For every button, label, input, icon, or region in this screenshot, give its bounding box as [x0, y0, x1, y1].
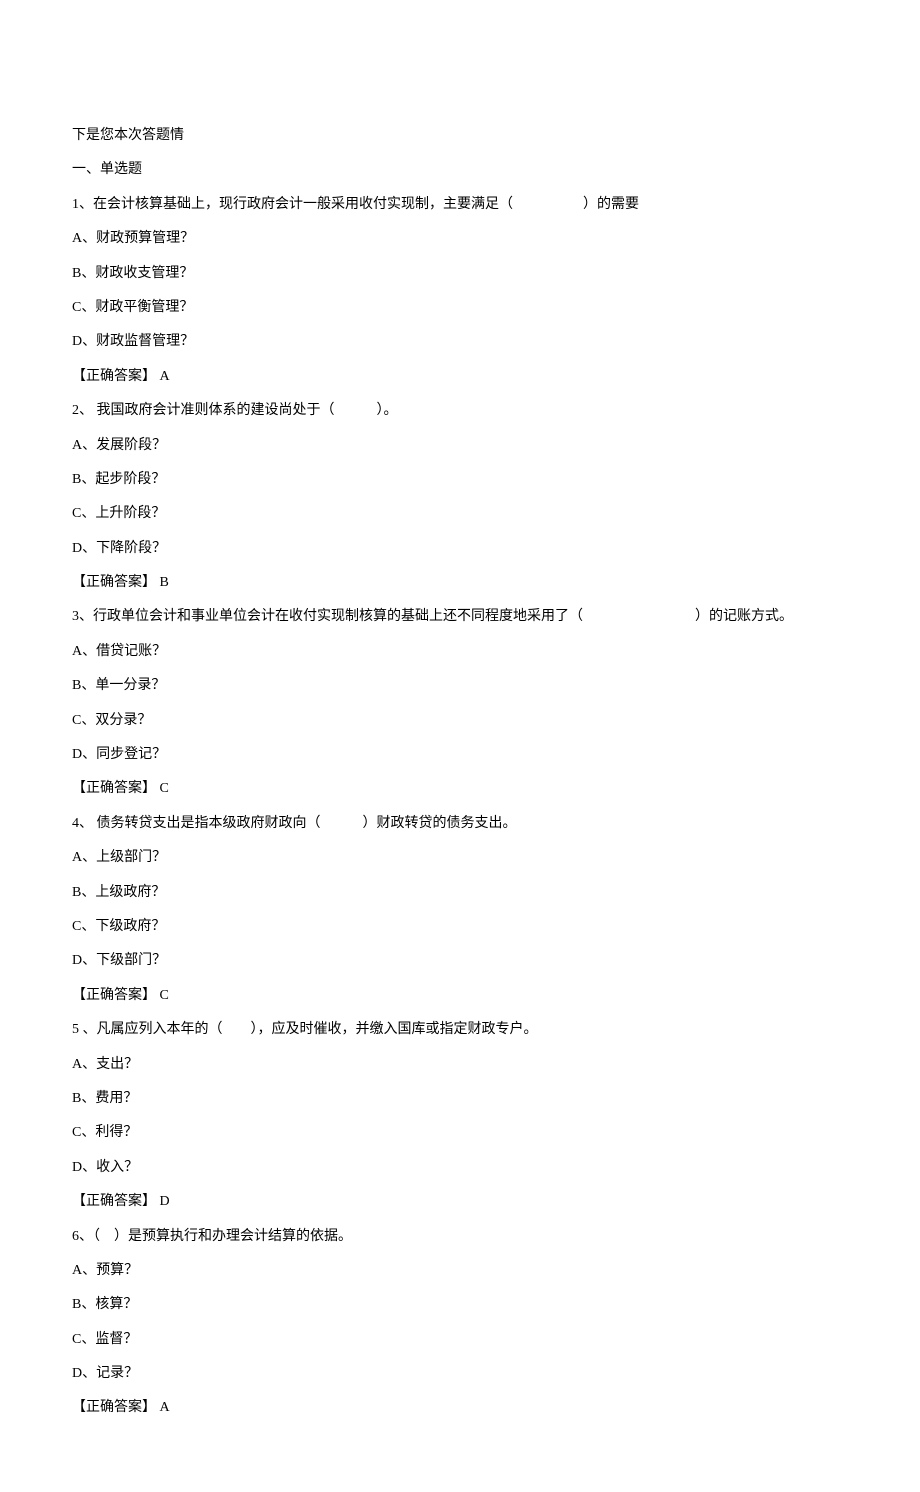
option-b: B、起步阶段？ — [72, 469, 848, 491]
option-a: A、发展阶段？ — [72, 435, 848, 457]
option-b: B、费用？ — [72, 1088, 848, 1110]
option-c: C、财政平衡管理？ — [72, 297, 848, 319]
correct-answer: 【正确答案】 D — [72, 1191, 848, 1213]
option-c: C、双分录？ — [72, 710, 848, 732]
option-a: A、上级部门？ — [72, 847, 848, 869]
correct-answer: 【正确答案】 C — [72, 778, 848, 800]
correct-answer: 【正确答案】 B — [72, 572, 848, 594]
option-d: D、同步登记？ — [72, 744, 848, 766]
question-stem: 6、（ ）是预算执行和办理会计结算的依据。 — [72, 1226, 848, 1248]
question-stem: 3、行政单位会计和事业单位会计在收付实现制核算的基础上还不同程度地采用了（ ）的… — [72, 606, 848, 628]
option-a: A、预算？ — [72, 1260, 848, 1282]
question-stem: 1、在会计核算基础上，现行政府会计一般采用收付实现制，主要满足（ ）的需要 — [72, 194, 848, 216]
option-a: A、财政预算管理？ — [72, 228, 848, 250]
option-d: D、收入？ — [72, 1157, 848, 1179]
option-a: A、借贷记账？ — [72, 641, 848, 663]
question-stem: 2、 我国政府会计准则体系的建设尚处于（ ）。 — [72, 400, 848, 422]
option-c: C、上升阶段？ — [72, 503, 848, 525]
correct-answer: 【正确答案】 A — [72, 366, 848, 388]
option-c: C、下级政府？ — [72, 916, 848, 938]
section-title: 一、单选题 — [72, 159, 848, 181]
question-stem: 5 、凡属应列入本年的（ ），应及时催收，并缴入国库或指定财政专户。 — [72, 1019, 848, 1041]
option-c: C、监督？ — [72, 1329, 848, 1351]
correct-answer: 【正确答案】 C — [72, 985, 848, 1007]
intro-line: 下是您本次答题情 — [72, 125, 848, 147]
question-block: 5 、凡属应列入本年的（ ），应及时催收，并缴入国库或指定财政专户。 A、支出？… — [72, 1019, 848, 1213]
question-block: 6、（ ）是预算执行和办理会计结算的依据。 A、预算？ B、核算？ C、监督？ … — [72, 1226, 848, 1420]
question-block: 4、 债务转贷支出是指本级政府财政向（ ）财政转贷的债务支出。 A、上级部门？ … — [72, 813, 848, 1007]
option-b: B、核算？ — [72, 1294, 848, 1316]
option-c: C、利得？ — [72, 1122, 848, 1144]
question-stem: 4、 债务转贷支出是指本级政府财政向（ ）财政转贷的债务支出。 — [72, 813, 848, 835]
option-d: D、下降阶段？ — [72, 538, 848, 560]
option-b: B、财政收支管理？ — [72, 263, 848, 285]
option-d: D、记录？ — [72, 1363, 848, 1385]
option-d: D、财政监督管理？ — [72, 331, 848, 353]
question-block: 1、在会计核算基础上，现行政府会计一般采用收付实现制，主要满足（ ）的需要 A、… — [72, 194, 848, 388]
option-b: B、单一分录？ — [72, 675, 848, 697]
option-a: A、支出？ — [72, 1054, 848, 1076]
option-b: B、上级政府？ — [72, 882, 848, 904]
option-d: D、下级部门？ — [72, 950, 848, 972]
question-block: 2、 我国政府会计准则体系的建设尚处于（ ）。 A、发展阶段？ B、起步阶段？ … — [72, 400, 848, 594]
question-block: 3、行政单位会计和事业单位会计在收付实现制核算的基础上还不同程度地采用了（ ）的… — [72, 606, 848, 800]
correct-answer: 【正确答案】 A — [72, 1397, 848, 1419]
